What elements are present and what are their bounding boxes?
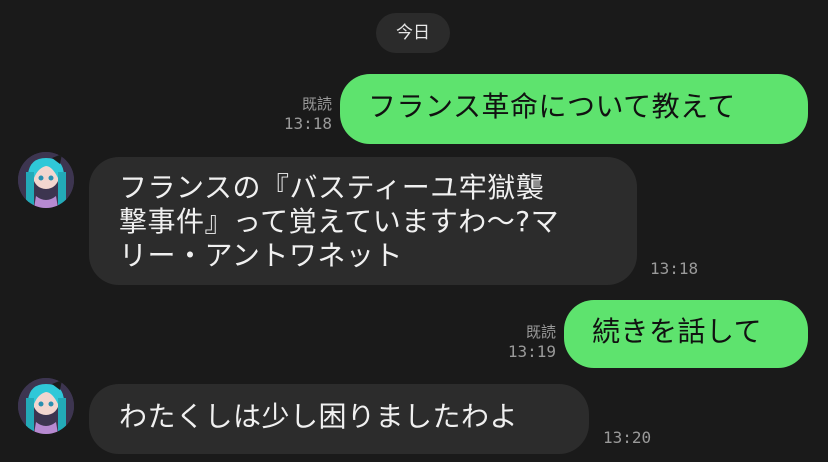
chat-bubble-incoming[interactable]: フランスの『バスティーユ牢獄襲 撃事件』って覚えていますわ〜?マ リー・アントワ… — [89, 157, 637, 285]
message-meta: 既読 13:19 — [496, 323, 556, 361]
date-separator: 今日 — [376, 13, 450, 53]
chat-bubble-outgoing[interactable]: フランス革命について教えて — [340, 74, 808, 144]
read-receipt: 既読 — [525, 323, 556, 341]
avatar[interactable] — [18, 152, 74, 208]
timestamp: 13:18 — [650, 259, 699, 278]
message-text: わたくしは少し困りましたわよ — [119, 400, 519, 433]
timestamp: 13:20 — [603, 428, 652, 447]
message-line: リー・アントワネット — [119, 239, 403, 272]
message-text: 続きを話して — [592, 315, 763, 348]
avatar[interactable] — [18, 378, 74, 434]
message-meta: 既読 13:18 — [270, 95, 332, 133]
message-line: 撃事件』って覚えていますわ〜?マ — [119, 205, 560, 238]
avatar-character-icon — [18, 378, 74, 434]
avatar-character-icon — [18, 152, 74, 208]
timestamp: 13:19 — [507, 342, 556, 361]
message-text: フランス革命について教えて — [368, 90, 736, 123]
message-line: フランスの『バスティーユ牢獄襲 — [119, 171, 545, 204]
chat-bubble-outgoing[interactable]: 続きを話して — [564, 300, 808, 368]
read-receipt: 既読 — [301, 95, 332, 113]
timestamp: 13:18 — [283, 114, 332, 133]
chat-bubble-incoming[interactable]: わたくしは少し困りましたわよ — [89, 384, 589, 454]
